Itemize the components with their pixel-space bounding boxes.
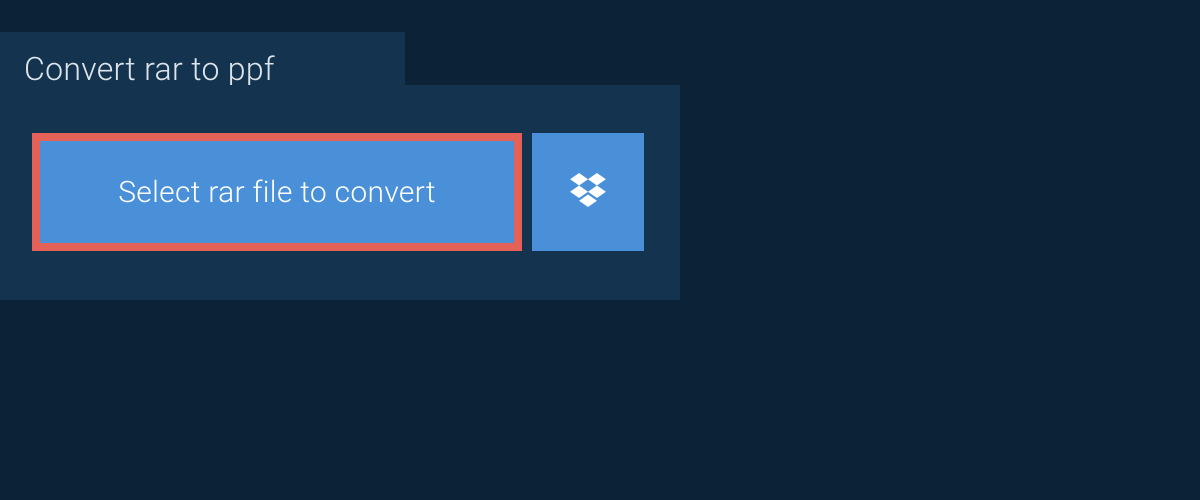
tab-title: Convert rar to ppf <box>24 50 275 88</box>
select-file-label: Select rar file to convert <box>118 175 436 210</box>
button-row: Select rar file to convert <box>32 133 644 251</box>
dropbox-icon <box>570 173 606 211</box>
dropbox-button[interactable] <box>532 133 644 251</box>
select-file-button[interactable]: Select rar file to convert <box>32 133 522 251</box>
